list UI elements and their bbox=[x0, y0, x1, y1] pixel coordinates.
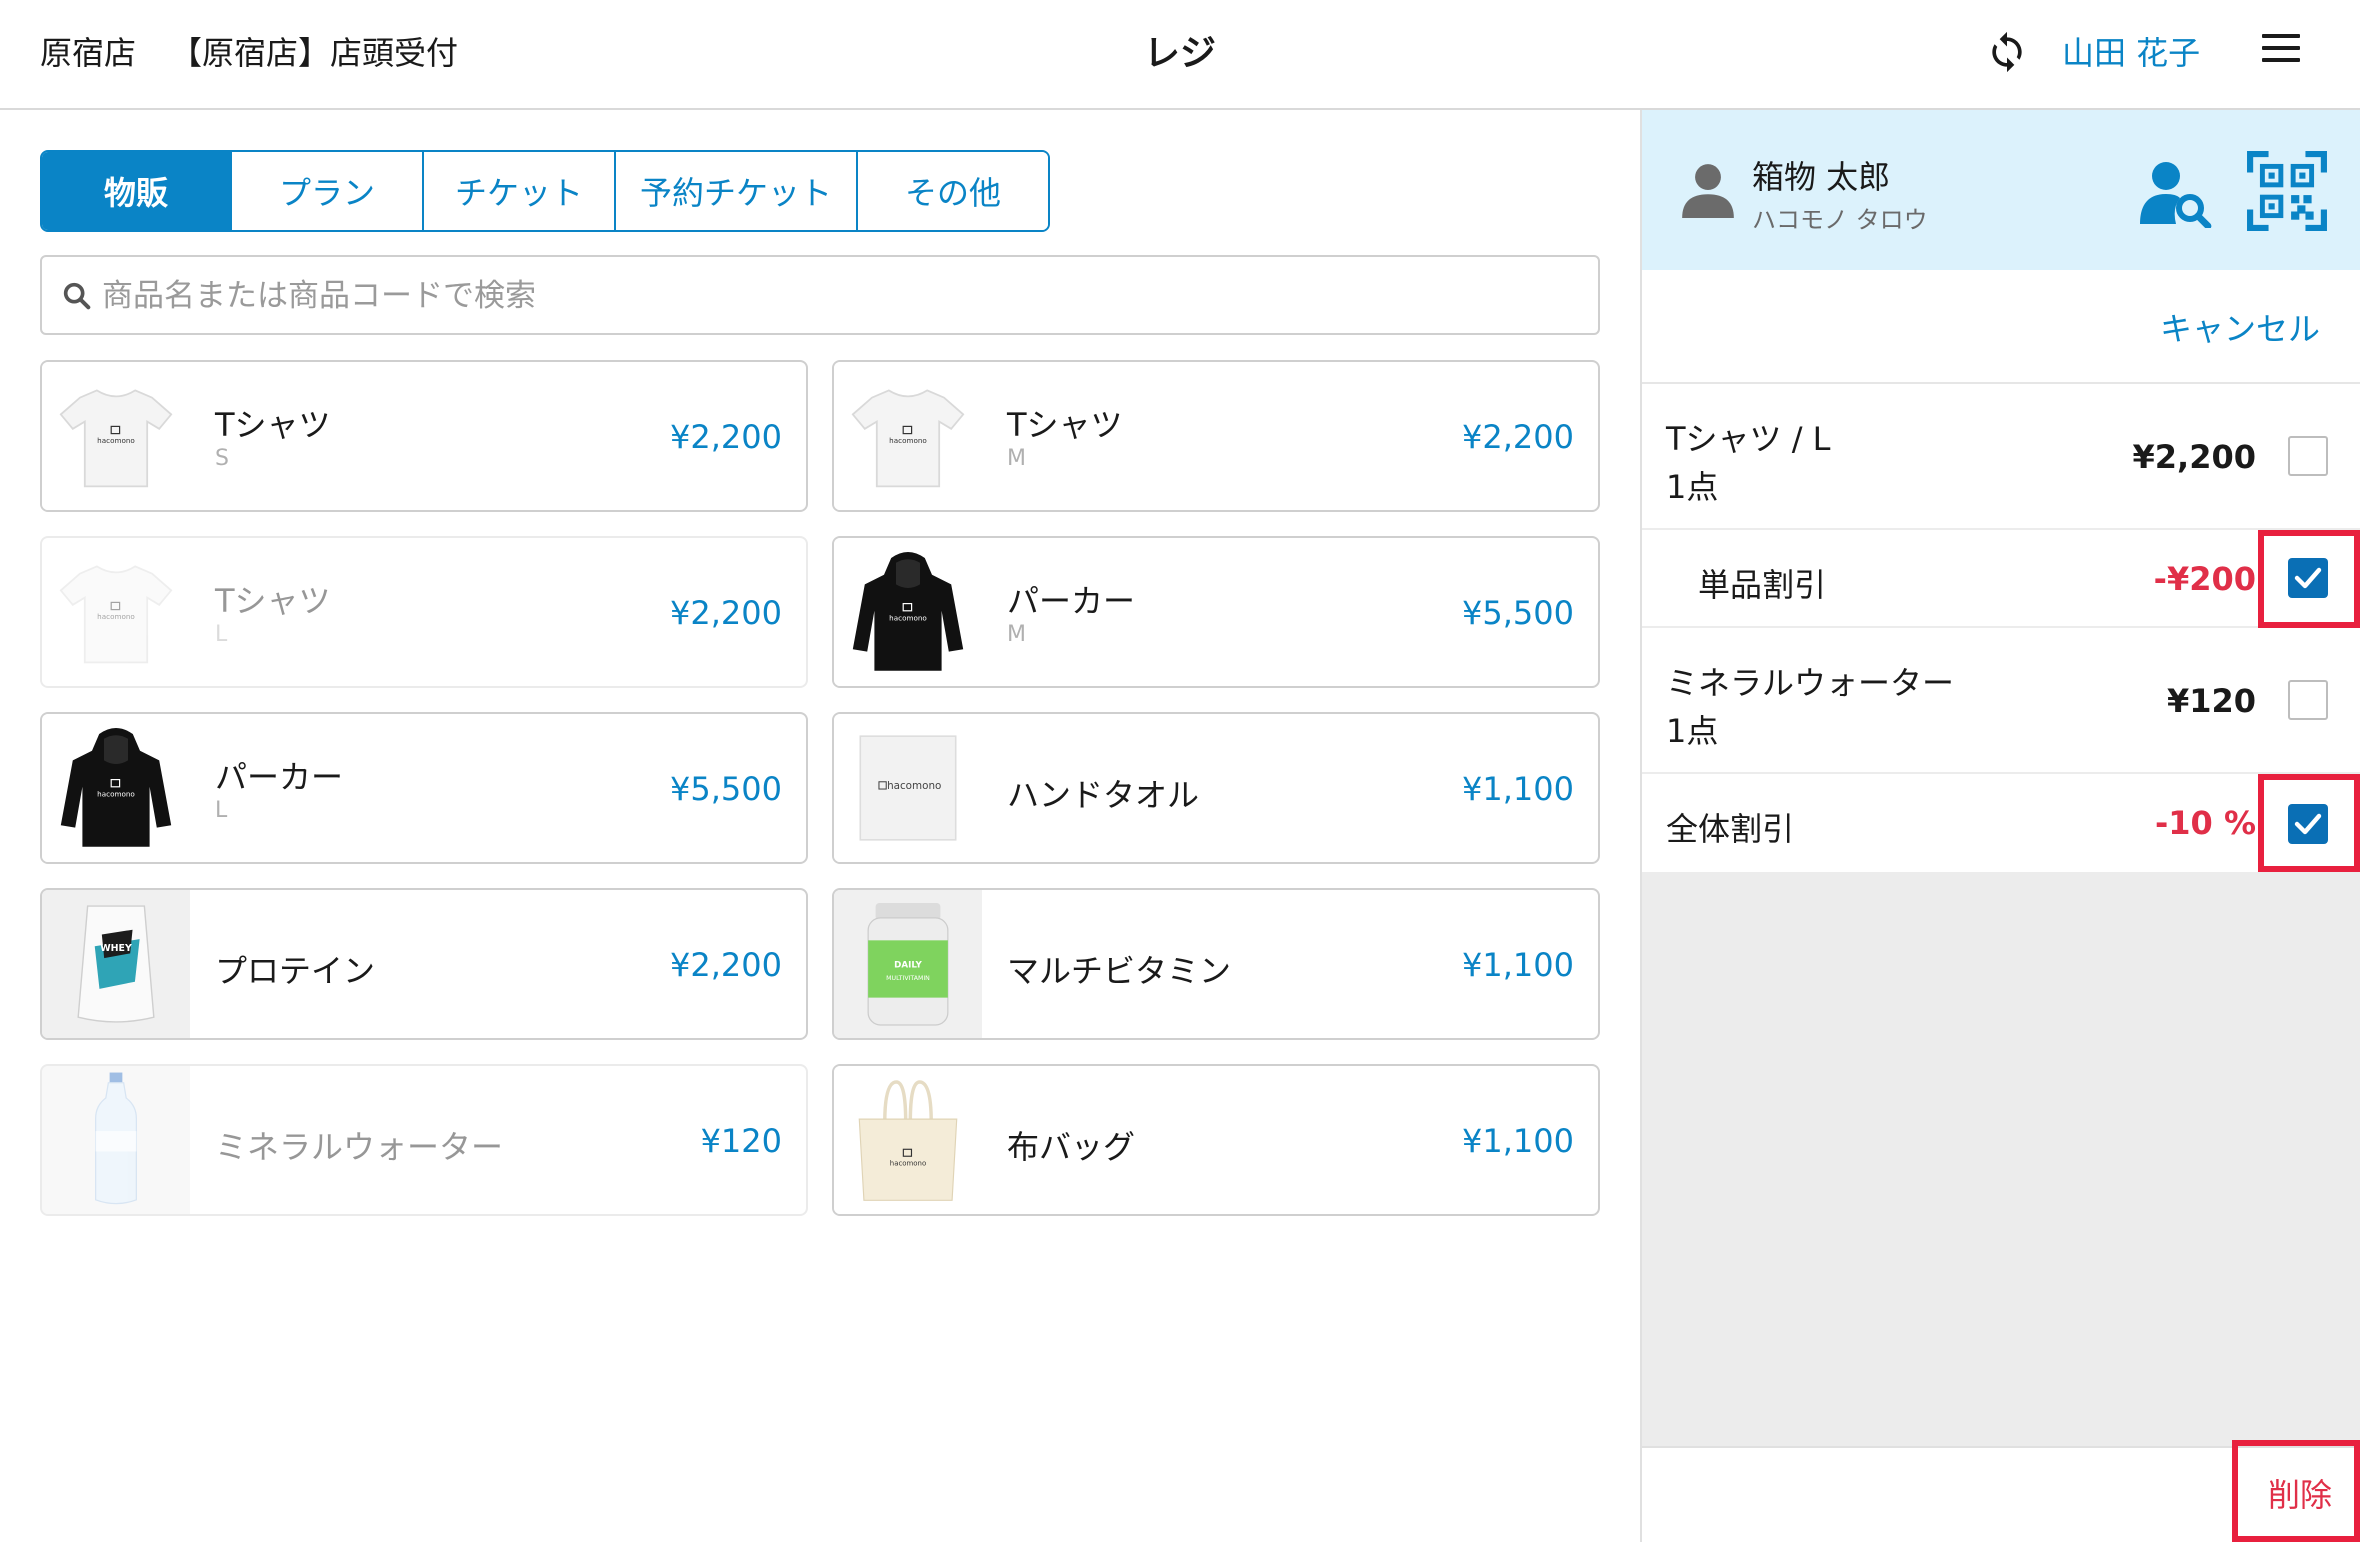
cart-item-name: ミネラルウォーター bbox=[1666, 664, 1955, 702]
cart-item-price: ¥120 bbox=[2166, 682, 2256, 720]
app-header: 原宿店 【原宿店】店頭受付 レジ 山田 花子 bbox=[0, 0, 2360, 110]
cart-line-item: Tシャツ / L 1点 ¥2,200 bbox=[1642, 384, 2360, 530]
highlight-box bbox=[2258, 774, 2360, 872]
water-bottle-image bbox=[42, 1066, 190, 1214]
svg-text:WHEY: WHEY bbox=[100, 943, 132, 954]
tab-ticket[interactable]: チケット bbox=[424, 152, 616, 230]
product-name: Tシャツ bbox=[1007, 406, 1123, 444]
product-variant: L bbox=[215, 798, 228, 823]
sync-icon[interactable] bbox=[1985, 30, 2029, 74]
member-search-icon[interactable] bbox=[2140, 156, 2212, 228]
product-price: ¥1,100 bbox=[1462, 1122, 1574, 1160]
product-name: Tシャツ bbox=[215, 406, 331, 444]
product-card-tshirt-s[interactable]: hacomono Tシャツ S ¥2,200 bbox=[40, 360, 808, 512]
search-icon bbox=[63, 282, 91, 310]
product-price: ¥120 bbox=[700, 1122, 782, 1160]
cart-item-qty: 1点 bbox=[1666, 468, 1719, 506]
product-name: プロテイン bbox=[215, 952, 376, 990]
delete-button[interactable]: 削除 bbox=[2268, 1470, 2332, 1516]
svg-text:hacomono: hacomono bbox=[97, 612, 135, 621]
reception-name[interactable]: 【原宿店】店頭受付 bbox=[170, 28, 458, 74]
cart-empty-area bbox=[1642, 872, 2360, 1446]
item-discount-amount: -¥200 bbox=[2153, 560, 2256, 598]
product-variant: M bbox=[1007, 446, 1026, 471]
item-discount-name: 単品割引 bbox=[1698, 566, 1827, 604]
cart-item-checkbox[interactable] bbox=[2288, 436, 2328, 476]
product-price: ¥5,500 bbox=[1462, 594, 1574, 632]
product-price: ¥1,100 bbox=[1462, 946, 1574, 984]
total-discount-name: 全体割引 bbox=[1666, 810, 1795, 848]
hoodie-image: hacomono bbox=[834, 538, 982, 686]
product-variant: L bbox=[215, 622, 228, 647]
cancel-row: キャンセル bbox=[1642, 270, 2360, 384]
tab-merchandise[interactable]: 物販 bbox=[42, 152, 232, 230]
staff-user-name[interactable]: 山田 花子 bbox=[2062, 28, 2200, 74]
product-card-tshirt-m[interactable]: hacomono Tシャツ M ¥2,200 bbox=[832, 360, 1600, 512]
cart-line-item: ミネラルウォーター 1点 ¥120 bbox=[1642, 628, 2360, 774]
page-title: レジ bbox=[1143, 33, 1216, 74]
hoodie-image: hacomono bbox=[42, 714, 190, 862]
cancel-button[interactable]: キャンセル bbox=[2160, 304, 2320, 350]
cart-item-qty: 1点 bbox=[1666, 712, 1719, 750]
product-name: Tシャツ bbox=[215, 582, 331, 620]
product-card-hoodie-m[interactable]: hacomono パーカー M ¥5,500 bbox=[832, 536, 1600, 688]
customer-name: 箱物 太郎 bbox=[1752, 158, 1891, 196]
tab-other[interactable]: その他 bbox=[858, 152, 1048, 230]
product-variant: M bbox=[1007, 622, 1026, 647]
tshirt-image: hacomono bbox=[42, 538, 190, 686]
product-name: マルチビタミン bbox=[1007, 952, 1232, 990]
cart-discount-line: 単品割引 -¥200 bbox=[1642, 530, 2360, 628]
product-card-protein[interactable]: WHEY プロテイン ¥2,200 bbox=[40, 888, 808, 1040]
product-name: ハンドタオル bbox=[1007, 776, 1200, 814]
search-input[interactable] bbox=[102, 271, 1582, 321]
svg-text:hacomono: hacomono bbox=[887, 780, 941, 792]
cart-item-name: Tシャツ / L bbox=[1666, 420, 1831, 458]
product-name: 布バッグ bbox=[1007, 1128, 1136, 1166]
svg-text:hacomono: hacomono bbox=[889, 436, 927, 445]
product-name: パーカー bbox=[215, 758, 344, 796]
customer-panel: 箱物 太郎 ハコモノ タロウ bbox=[1642, 110, 2360, 270]
hamburger-menu-icon[interactable] bbox=[2262, 34, 2300, 64]
svg-text:MULTIVITAMIN: MULTIVITAMIN bbox=[886, 975, 930, 982]
product-price: ¥2,200 bbox=[670, 594, 782, 632]
svg-text:hacomono: hacomono bbox=[97, 789, 135, 798]
product-card-hoodie-l[interactable]: hacomono パーカー L ¥5,500 bbox=[40, 712, 808, 864]
svg-text:hacomono: hacomono bbox=[889, 613, 927, 622]
product-search bbox=[40, 255, 1600, 335]
product-card-tote-bag[interactable]: hacomono 布バッグ ¥1,100 bbox=[832, 1064, 1600, 1216]
total-discount-amount: -10 % bbox=[2154, 804, 2256, 842]
tab-reservation-ticket[interactable]: 予約チケット bbox=[616, 152, 858, 230]
product-variant: S bbox=[215, 446, 229, 471]
svg-text:DAILY: DAILY bbox=[894, 961, 922, 971]
category-tabs: 物販 プラン チケット 予約チケット その他 bbox=[40, 150, 1050, 232]
product-price: ¥5,500 bbox=[670, 770, 782, 808]
tab-plan[interactable]: プラン bbox=[232, 152, 424, 230]
tote-bag-image: hacomono bbox=[834, 1066, 982, 1214]
product-price: ¥2,200 bbox=[670, 418, 782, 456]
protein-bag-image: WHEY bbox=[42, 890, 190, 1038]
highlight-box bbox=[2258, 530, 2360, 628]
cart-item-checkbox[interactable] bbox=[2288, 680, 2328, 720]
product-card-multivitamin[interactable]: DAILY MULTIVITAMIN マルチビタミン ¥1,100 bbox=[832, 888, 1600, 1040]
tshirt-image: hacomono bbox=[42, 362, 190, 510]
product-name: パーカー bbox=[1007, 582, 1136, 620]
tshirt-image: hacomono bbox=[834, 362, 982, 510]
product-card-hand-towel[interactable]: hacomono ハンドタオル ¥1,100 bbox=[832, 712, 1600, 864]
cart-item-price: ¥2,200 bbox=[2132, 438, 2256, 476]
product-card-tshirt-l[interactable]: hacomono Tシャツ L ¥2,200 bbox=[40, 536, 808, 688]
store-name[interactable]: 原宿店 bbox=[40, 28, 136, 74]
product-price: ¥1,100 bbox=[1462, 770, 1574, 808]
svg-text:hacomono: hacomono bbox=[890, 1160, 926, 1168]
customer-kana: ハコモノ タロウ bbox=[1752, 206, 1928, 234]
person-icon bbox=[1682, 164, 1734, 218]
svg-text:hacomono: hacomono bbox=[97, 436, 135, 445]
product-price: ¥2,200 bbox=[1462, 418, 1574, 456]
product-name: ミネラルウォーター bbox=[215, 1128, 504, 1166]
product-card-mineral-water[interactable]: ミネラルウォーター ¥120 bbox=[40, 1064, 808, 1216]
towel-image: hacomono bbox=[834, 714, 982, 862]
product-price: ¥2,200 bbox=[670, 946, 782, 984]
qr-scan-icon[interactable] bbox=[2246, 150, 2328, 232]
cart-total-discount-line: 全体割引 -10 % bbox=[1642, 774, 2360, 872]
vitamin-bottle-image: DAILY MULTIVITAMIN bbox=[834, 890, 982, 1038]
